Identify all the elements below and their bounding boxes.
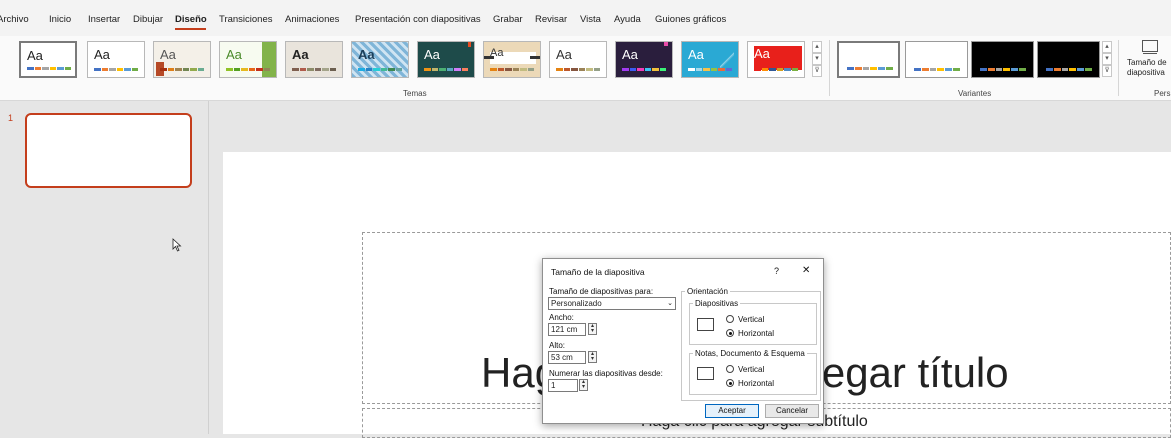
- variants-scroll-up[interactable]: ▴: [1102, 41, 1112, 53]
- active-tab-indicator: [175, 28, 206, 30]
- landscape-page-icon: [697, 318, 714, 331]
- number-from-spinner[interactable]: ▴ ▾: [579, 379, 588, 391]
- notes-vertical-radio[interactable]: [726, 365, 734, 373]
- landscape-notes-icon: [697, 367, 714, 380]
- theme-retrospectiva[interactable]: Aa: [549, 41, 607, 78]
- menu-diseno[interactable]: Diseño: [175, 14, 207, 25]
- menu-animaciones[interactable]: Animaciones: [285, 14, 339, 25]
- variant-3[interactable]: [971, 41, 1034, 78]
- height-spinner[interactable]: ▴ ▾: [588, 351, 597, 363]
- height-input[interactable]: 53 cm: [548, 351, 586, 364]
- variants-scroll-down[interactable]: ▾: [1102, 53, 1112, 65]
- close-icon[interactable]: ✕: [802, 265, 810, 276]
- menu-revisar[interactable]: Revisar: [535, 14, 567, 25]
- ribbon-divider: [829, 40, 830, 96]
- width-label: Ancho:: [549, 313, 574, 322]
- menu-archivo[interactable]: Archivo: [0, 14, 29, 25]
- notes-horizontal-radio[interactable]: [726, 379, 734, 387]
- width-spinner[interactable]: ▴ ▾: [588, 323, 597, 335]
- mouse-cursor-icon: [172, 238, 182, 252]
- menu-inicio[interactable]: Inicio: [49, 14, 71, 25]
- customize-group-label: Pers: [1154, 89, 1171, 98]
- theme-madera[interactable]: Aa: [285, 41, 343, 78]
- slide-size-button[interactable]: Tamaño de diapositiva: [1124, 38, 1171, 86]
- ribbon-divider-2: [1118, 40, 1119, 96]
- height-label: Alto:: [549, 341, 566, 350]
- theme-sector[interactable]: Aa: [681, 41, 739, 78]
- themes-scroll-down[interactable]: ▾: [812, 53, 822, 65]
- theme-dividendo[interactable]: Aa: [615, 41, 673, 78]
- menu-vista[interactable]: Vista: [580, 14, 601, 25]
- slide-size-icon: [1142, 40, 1158, 52]
- slides-orientation-label: Diapositivas: [693, 299, 741, 308]
- number-from-label: Numerar las diapositivas desde:: [549, 369, 663, 378]
- variant-1[interactable]: [837, 41, 900, 78]
- size-for-select[interactable]: Personalizado ⌄: [548, 297, 676, 310]
- theme-office[interactable]: Aa: [19, 41, 77, 78]
- theme-citable[interactable]: Aa: [483, 41, 541, 78]
- menu-grabar[interactable]: Grabar: [493, 14, 523, 25]
- slides-horizontal-radio[interactable]: [726, 329, 734, 337]
- slide-size-dialog: Tamaño de la diapositiva ? ✕ Tamaño de d…: [542, 258, 824, 424]
- cancel-button[interactable]: Cancelar: [765, 404, 819, 418]
- chevron-down-icon: ⌄: [667, 300, 673, 307]
- dialog-title: Tamaño de la diapositiva: [551, 267, 645, 277]
- width-input[interactable]: 121 cm: [548, 323, 586, 336]
- variant-2[interactable]: [905, 41, 968, 78]
- theme-ion[interactable]: Aa: [219, 41, 277, 78]
- theme-organico[interactable]: Aa: [747, 41, 805, 78]
- orientation-label: Orientación: [685, 287, 730, 296]
- slides-vertical-label: Vertical: [738, 315, 765, 324]
- themes-group-label: Temas: [403, 89, 427, 98]
- notes-orientation-label: Notas, Documento & Esquema: [693, 349, 807, 358]
- variants-group-label: Variantes: [958, 89, 992, 98]
- size-for-label: Tamaño de diapositivas para:: [549, 287, 654, 296]
- help-button[interactable]: ?: [774, 266, 779, 276]
- themes-scroll-up[interactable]: ▴: [812, 41, 822, 53]
- menu-transiciones[interactable]: Transiciones: [219, 14, 273, 25]
- notes-horizontal-label: Horizontal: [738, 379, 775, 388]
- theme-faceta[interactable]: Aa: [153, 41, 211, 78]
- slide-thumbnail[interactable]: [25, 113, 192, 188]
- menu-guiones[interactable]: Guiones gráficos: [655, 14, 726, 25]
- theme-berlin[interactable]: Aa: [417, 41, 475, 78]
- themes-more[interactable]: ⊽: [812, 65, 822, 77]
- variants-more[interactable]: ⊽: [1102, 65, 1112, 77]
- variant-4[interactable]: [1037, 41, 1100, 78]
- ok-button[interactable]: Aceptar: [705, 404, 759, 418]
- theme-office-2[interactable]: Aa: [87, 41, 145, 78]
- slides-horizontal-label: Horizontal: [738, 329, 775, 338]
- slides-vertical-radio[interactable]: [726, 315, 734, 323]
- menu-insertar[interactable]: Insertar: [88, 14, 120, 25]
- menu-bar: Archivo Inicio Insertar Dibujar Diseño T…: [0, 0, 1171, 36]
- menu-ayuda[interactable]: Ayuda: [614, 14, 641, 25]
- theme-ventana[interactable]: Aa: [351, 41, 409, 78]
- number-from-input[interactable]: 1: [548, 379, 578, 392]
- notes-vertical-label: Vertical: [738, 365, 765, 374]
- slide-number: 1: [8, 113, 14, 123]
- menu-dibujar[interactable]: Dibujar: [133, 14, 163, 25]
- menu-presentacion[interactable]: Presentación con diapositivas: [355, 14, 481, 25]
